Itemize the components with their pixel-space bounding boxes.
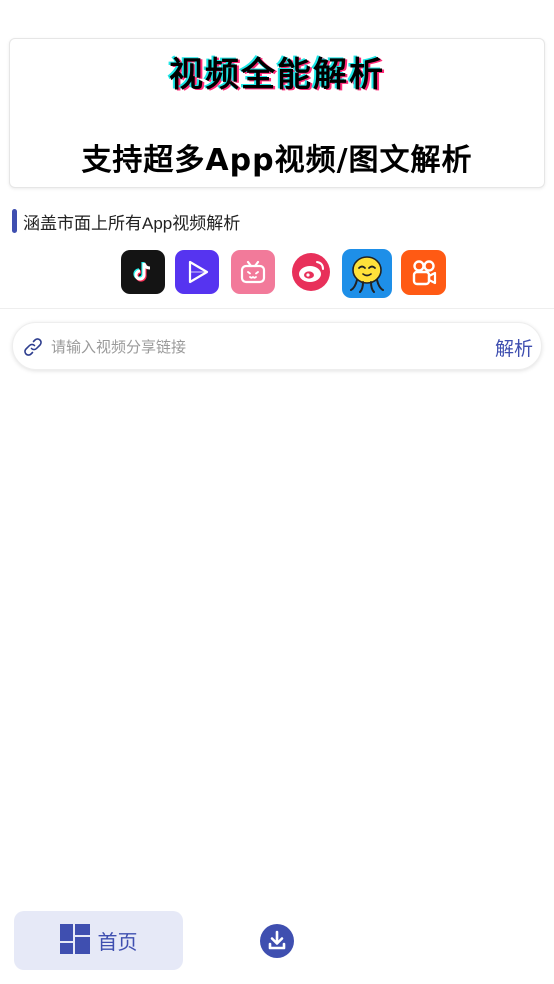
dashboard-icon <box>59 923 90 958</box>
bottom-nav: 首页 <box>0 908 554 984</box>
nav-home-tab[interactable]: 首页 <box>14 911 183 970</box>
banner-subtitle: 支持超多App视频/图文解析 <box>81 143 473 178</box>
banner: 视频全能解析 支持超多App视频/图文解析 <box>9 38 545 188</box>
tiktok-icon[interactable] <box>121 250 165 294</box>
section-heading-text: 涵盖市面上所有App视频解析 <box>23 213 241 233</box>
section-accent-bar <box>12 209 17 233</box>
divider <box>0 308 554 309</box>
share-link-input[interactable] <box>51 331 481 363</box>
nav-home-label: 首页 <box>97 932 138 954</box>
link-search-bar: 解析 <box>12 322 542 370</box>
weibo-icon[interactable] <box>289 250 333 294</box>
nav-download-tab[interactable] <box>259 923 295 959</box>
link-icon <box>21 335 45 359</box>
bilibili-icon[interactable] <box>231 250 275 294</box>
section-heading: 涵盖市面上所有App视频解析 <box>12 209 240 233</box>
banner-title: 视频全能解析 <box>169 55 385 95</box>
qq-octopus-icon[interactable] <box>342 249 392 298</box>
parse-button[interactable]: 解析 <box>493 331 535 363</box>
play-video-icon[interactable] <box>175 250 219 294</box>
kuaishou-icon[interactable] <box>401 250 446 295</box>
download-icon <box>259 924 295 963</box>
